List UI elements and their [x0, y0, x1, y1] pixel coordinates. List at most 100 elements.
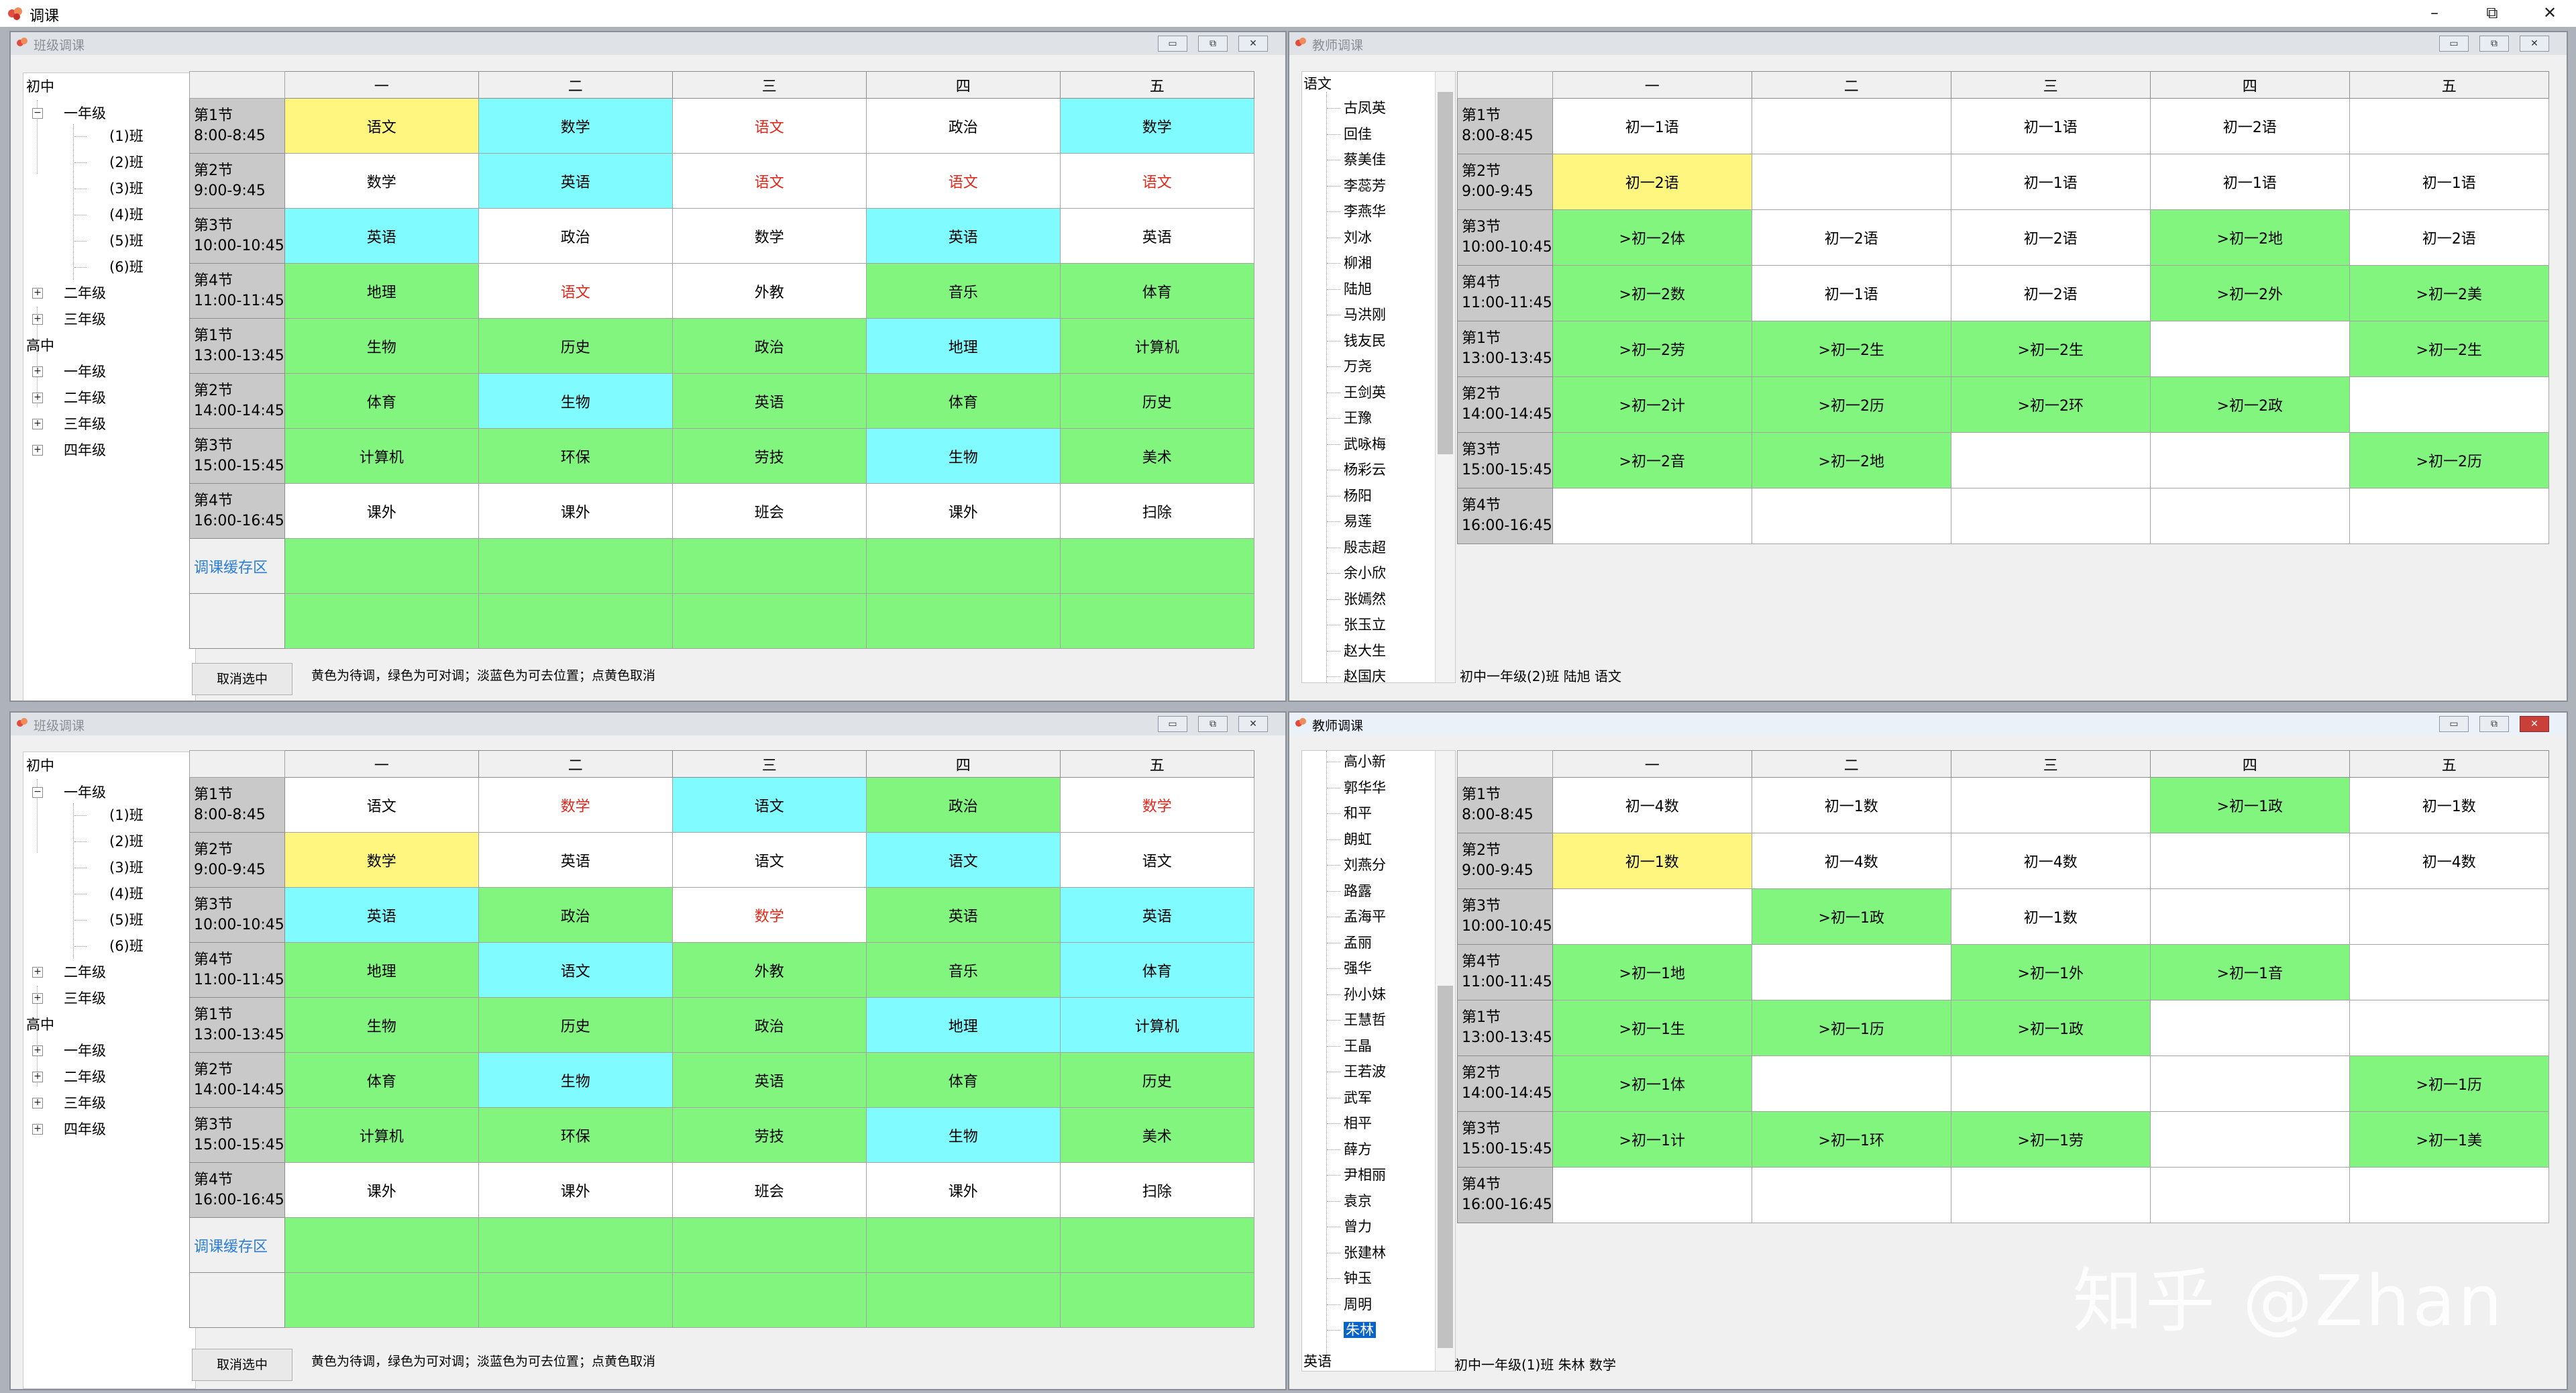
- lesson-cell[interactable]: [2349, 1167, 2549, 1223]
- lesson-cell[interactable]: 数学: [1059, 98, 1254, 154]
- teacher-item[interactable]: 柳湘: [1344, 254, 1372, 272]
- tree-senior-grade3[interactable]: 三年级: [64, 415, 106, 433]
- teacher-item[interactable]: 陆旭: [1344, 280, 1372, 299]
- lesson-cell[interactable]: 班会: [672, 1162, 867, 1218]
- window-title-bar[interactable]: 班级调课 ▭ ⧉ ✕: [11, 713, 1285, 735]
- tree-senior-grade4[interactable]: 四年级: [64, 1120, 106, 1139]
- lesson-cell[interactable]: >初一2地: [2149, 209, 2350, 266]
- cache-cell[interactable]: [672, 1217, 867, 1273]
- lesson-cell[interactable]: 初一2语: [2349, 209, 2549, 266]
- cache-cell[interactable]: [865, 1272, 1061, 1328]
- teacher-item[interactable]: 王若波: [1344, 1062, 1386, 1081]
- tree-class-6[interactable]: (6)班: [109, 937, 144, 956]
- lesson-cell[interactable]: 劳技: [672, 428, 867, 484]
- lesson-cell[interactable]: [2149, 432, 2350, 488]
- lesson-cell[interactable]: 政治: [478, 887, 673, 943]
- tree-class-5[interactable]: (5)班: [109, 911, 144, 929]
- lesson-cell[interactable]: 音乐: [865, 263, 1061, 319]
- lesson-cell[interactable]: 英语: [672, 373, 867, 429]
- teacher-item[interactable]: 殷志超: [1344, 538, 1386, 557]
- lesson-cell[interactable]: [2349, 376, 2549, 433]
- lesson-cell[interactable]: [2149, 1000, 2350, 1056]
- minimize-button[interactable]: ▭: [2439, 36, 2469, 52]
- teacher-item[interactable]: 余小欣: [1344, 564, 1386, 582]
- tree-expand-icon[interactable]: +: [32, 993, 43, 1004]
- lesson-cell[interactable]: 政治: [672, 997, 867, 1053]
- lesson-cell[interactable]: [2149, 321, 2350, 377]
- lesson-cell[interactable]: 生物: [865, 428, 1061, 484]
- cache-cell[interactable]: [672, 1272, 867, 1328]
- lesson-cell[interactable]: [1751, 488, 1951, 544]
- lesson-cell[interactable]: 地理: [865, 997, 1061, 1053]
- class-tree[interactable]: 初中 − 一年级 (1)班 (2)班 (3)班 (4)班 (5)班 (6)班 +…: [23, 752, 196, 1389]
- lesson-cell[interactable]: 初一2语: [1950, 265, 2151, 321]
- lesson-cell[interactable]: 生物: [478, 1052, 673, 1108]
- teacher-item[interactable]: 武军: [1344, 1088, 1372, 1107]
- lesson-cell[interactable]: 初一1数: [2349, 777, 2549, 833]
- teacher-item[interactable]: 张建林: [1344, 1243, 1386, 1262]
- lesson-cell[interactable]: [1751, 944, 1951, 1000]
- lesson-cell[interactable]: 初一2语: [1552, 154, 1752, 210]
- tree-expand-icon[interactable]: +: [32, 445, 43, 456]
- close-button[interactable]: ✕: [2520, 716, 2549, 732]
- lesson-cell[interactable]: 英语: [478, 153, 673, 209]
- lesson-cell[interactable]: 历史: [478, 997, 673, 1053]
- lesson-cell[interactable]: 语文: [1059, 832, 1254, 888]
- app-close-button[interactable]: ✕: [2526, 0, 2573, 27]
- teacher-item[interactable]: 杨彩云: [1344, 460, 1386, 479]
- lesson-cell[interactable]: >初一1体: [1552, 1055, 1752, 1112]
- tree-class-2[interactable]: (2)班: [109, 832, 144, 851]
- lesson-cell[interactable]: 计算机: [1059, 318, 1254, 374]
- lesson-cell[interactable]: >初一2政: [2149, 376, 2350, 433]
- cache-cell[interactable]: [1059, 538, 1254, 594]
- teacher-list[interactable]: 高小新 郭华华 和平 朗虹 刘燕分 路露 孟海平 孟丽 强华 孙小妹 王慧哲 王晶 王若波 武军 相平 薛方尹…: [1301, 750, 1456, 1372]
- tree-expand-icon[interactable]: +: [32, 419, 43, 429]
- lesson-cell[interactable]: 课外: [478, 1162, 673, 1218]
- close-button[interactable]: ✕: [2520, 36, 2549, 52]
- lesson-cell[interactable]: 课外: [478, 483, 673, 539]
- lesson-cell[interactable]: 语文: [478, 942, 673, 998]
- teacher-item[interactable]: 王晶: [1344, 1037, 1372, 1055]
- lesson-cell[interactable]: >初一1环: [1751, 1111, 1951, 1168]
- tree-collapse-icon[interactable]: −: [32, 787, 43, 798]
- cache-cell[interactable]: [478, 538, 673, 594]
- lesson-cell[interactable]: 数学: [284, 153, 479, 209]
- teacher-item[interactable]: 武咏梅: [1344, 435, 1386, 454]
- lesson-cell[interactable]: [2149, 1111, 2350, 1168]
- lesson-cell[interactable]: 初一1数: [1552, 833, 1752, 889]
- lesson-cell[interactable]: [2349, 888, 2549, 945]
- teacher-item[interactable]: 郭华华: [1344, 778, 1386, 797]
- class-tree[interactable]: 初中 − 一年级 (1)班 (2)班 (3)班 (4)班 (5)班 (6)班 +…: [23, 72, 196, 701]
- cache-cell[interactable]: [1059, 593, 1254, 649]
- lesson-cell[interactable]: 历史: [478, 318, 673, 374]
- lesson-cell[interactable]: >初一1美: [2349, 1111, 2549, 1168]
- tree-junior[interactable]: 初中: [26, 77, 54, 96]
- tree-senior-grade2[interactable]: 二年级: [64, 1068, 106, 1086]
- subject-node[interactable]: 英语: [1303, 1352, 1332, 1371]
- lesson-cell[interactable]: >初一2历: [1751, 376, 1951, 433]
- tree-expand-icon[interactable]: +: [32, 1098, 43, 1108]
- teacher-item[interactable]: 周明: [1344, 1295, 1372, 1314]
- teacher-item[interactable]: 李燕华: [1344, 202, 1386, 221]
- lesson-cell[interactable]: [2349, 1000, 2549, 1056]
- teacher-item[interactable]: 赵大生: [1344, 641, 1386, 660]
- lesson-cell[interactable]: 初一1数: [1751, 777, 1951, 833]
- cache-cell[interactable]: [284, 1272, 479, 1328]
- lesson-cell[interactable]: 体育: [1059, 263, 1254, 319]
- lesson-cell[interactable]: 英语: [672, 1052, 867, 1108]
- lesson-cell[interactable]: [1950, 432, 2151, 488]
- lesson-cell[interactable]: >初一1政: [1950, 1000, 2151, 1056]
- lesson-cell[interactable]: 体育: [865, 373, 1061, 429]
- minimize-button[interactable]: ▭: [1158, 36, 1187, 52]
- teacher-item[interactable]: 尹相丽: [1344, 1166, 1386, 1184]
- lesson-cell[interactable]: 政治: [478, 208, 673, 264]
- lesson-cell[interactable]: [1552, 888, 1752, 945]
- lesson-cell[interactable]: 初一1语: [2149, 154, 2350, 210]
- teacher-item[interactable]: 朱林: [1344, 1321, 1376, 1339]
- lesson-cell[interactable]: [1950, 1167, 2151, 1223]
- window-title-bar[interactable]: 教师调课 ▭ ⧉ ✕: [1289, 713, 2567, 735]
- lesson-cell[interactable]: 计算机: [284, 428, 479, 484]
- restore-button[interactable]: ⧉: [2479, 716, 2509, 732]
- lesson-cell[interactable]: [2149, 888, 2350, 945]
- lesson-cell[interactable]: 初一4数: [1950, 833, 2151, 889]
